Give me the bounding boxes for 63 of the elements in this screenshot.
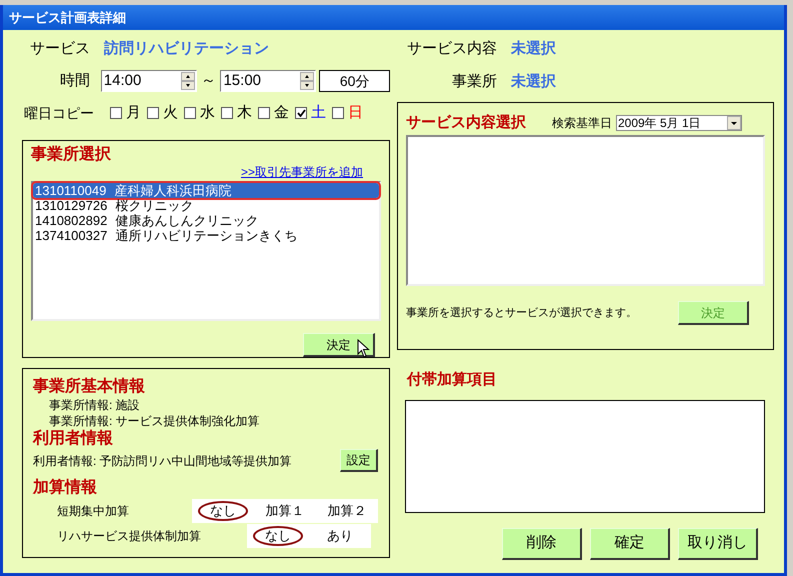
action-button[interactable]: 取り消し [678,528,758,560]
service-content-value: 未選択 [511,38,556,59]
user-info-line: 利用者情報: 予防訪問リハ中山間地域等提供加算 [33,452,292,470]
time-separator: ～ [200,70,217,91]
action-button[interactable]: 削除 [502,528,582,560]
day-checkbox[interactable] [184,107,196,119]
date-label: 検索基準日 [552,115,612,132]
day-checkbox[interactable] [221,107,233,119]
day-label: 火 [163,102,178,123]
office-info-title: 事業所基本情報 [33,377,146,397]
service-select-title: サービス内容選択 [406,112,527,133]
office-list-item[interactable]: 1310110049 産科婦人科浜田病院 [33,183,379,198]
spin-arrows-icon [180,72,195,90]
addition-option[interactable]: 加算１ [260,501,310,521]
addition-label: リハサービス提供体制加算 [56,528,202,545]
day-label: 水 [200,102,215,123]
office-info-line: 事業所情報: サービス提供体制強化加算 [48,413,261,429]
day-label: 日 [348,102,363,123]
day-copy-label: 曜日コピー [23,104,94,122]
addition-option[interactable]: あり [315,526,365,546]
office-select-title: 事業所選択 [31,145,112,165]
hint-text: 事業所を選択するとサービスが選択できます。 [406,306,638,321]
day-label: 木 [237,102,252,123]
add-office-link[interactable]: >>取引先事業所を追加 [240,165,363,179]
day-checkbox[interactable] [258,107,270,119]
day-checkbox[interactable] [332,107,344,119]
day-label: 月 [126,102,141,123]
day-label: 土 [311,102,326,123]
day-checkbox[interactable] [147,107,159,119]
decide-button[interactable]: 決定 [303,333,375,357]
addition-option[interactable]: なし [253,526,303,546]
extra-items-title: 付帯加算項目 [407,370,498,390]
office-name: 通所リハビリテーションきくち [115,228,298,245]
office-name: 健康あんしんクリニック [115,212,258,229]
office-value: 未選択 [511,72,556,92]
action-button[interactable]: 確定 [590,528,670,560]
office-list-item[interactable]: 1310129726 桜クリニック [33,198,379,213]
window-title: サービス計画表詳細 [3,5,784,30]
day-checkbox[interactable] [110,107,122,119]
settings-button[interactable]: 設定 [340,449,378,472]
office-list-item[interactable]: 1374100327 通所リハビリテーションきくち [33,228,379,243]
checkmark-icon [296,109,306,117]
office-label: 事業所 [451,72,497,92]
user-info-title: 利用者情報 [33,429,114,449]
service-value: 訪問リハビリテーション [104,38,269,59]
office-name: 桜クリニック [115,197,194,214]
office-name: 産科婦人科浜田病院 [114,182,232,199]
addition-info-title: 加算情報 [33,478,98,498]
service-label: サービス [29,38,90,59]
day-checkbox[interactable] [295,107,307,119]
addition-option[interactable]: 加算２ [322,501,372,521]
addition-option[interactable]: なし [198,501,248,521]
service-content-label: サービス内容 [406,38,497,59]
start-time-spinner[interactable]: 14:00 [100,70,197,92]
date-dropdown[interactable]: 2009年 5月 1日 [616,115,742,131]
office-info-line: 事業所情報: 施設 [48,397,141,413]
time-label: 時間 [58,70,90,91]
addition-label: 短期集中加算 [56,503,130,520]
office-list-item[interactable]: 1410802892 健康あんしんクリニック [33,213,379,228]
duration-field: 60分 [319,70,390,92]
spin-arrows-icon [300,72,314,90]
end-time-spinner[interactable]: 15:00 [220,70,316,92]
day-label: 金 [274,102,289,123]
